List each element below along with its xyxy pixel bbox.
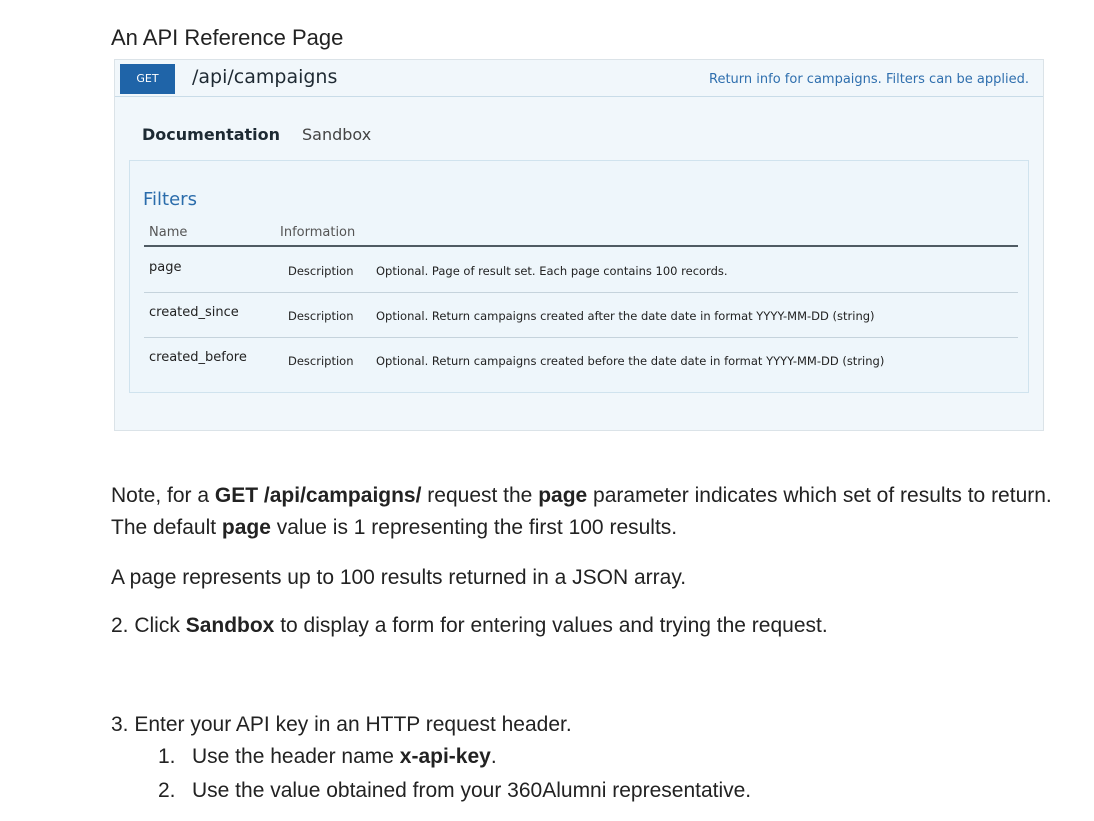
column-header-information: Information xyxy=(280,225,356,240)
step-3-subitem-2: 2. Use the value obtained from your 360Al… xyxy=(158,779,751,803)
api-endpoint-panel: GET /api/campaigns Return info for campa… xyxy=(114,59,1044,431)
step-text: 2. Click xyxy=(111,614,186,637)
endpoint-path[interactable]: /api/campaigns xyxy=(192,66,337,88)
step-3-paragraph: 3. Enter your API key in an HTTP request… xyxy=(111,713,572,736)
endpoint-summary: Return info for campaigns. Filters can b… xyxy=(709,72,1029,87)
param-description: Optional. Return campaigns created after… xyxy=(376,309,875,323)
note-text: Note, for a xyxy=(111,484,215,507)
filters-section: Filters Name Information page Descriptio… xyxy=(129,160,1029,393)
api-endpoint-header[interactable]: GET /api/campaigns Return info for campa… xyxy=(115,60,1043,97)
param-name: created_before xyxy=(149,350,247,365)
param-name: created_since xyxy=(149,305,239,320)
tab-sandbox[interactable]: Sandbox xyxy=(302,125,371,144)
header-name: x-api-key xyxy=(399,745,491,768)
list-number: 1. xyxy=(158,745,176,768)
subitem-text: . xyxy=(490,745,497,768)
list-number: 2. xyxy=(158,779,176,802)
description-label: Description xyxy=(288,309,354,323)
http-method-badge: GET xyxy=(120,64,175,94)
param-description: Optional. Return campaigns created befor… xyxy=(376,354,885,368)
tab-documentation[interactable]: Documentation xyxy=(142,125,280,144)
page-heading: An API Reference Page xyxy=(111,25,344,50)
note-endpoint: GET /api/campaigns/ xyxy=(214,484,422,507)
step-3-subitem-1: 1. Use the header name x-api-key. xyxy=(158,745,497,769)
note-text: value is 1 representing the first 100 re… xyxy=(270,516,678,539)
subitem-text: Use the header name xyxy=(192,745,400,768)
step-text: to display a form for entering values an… xyxy=(274,614,828,637)
note-text: request the xyxy=(421,484,539,507)
sandbox-reference: Sandbox xyxy=(185,614,275,637)
step-2-paragraph: 2. Click Sandbox to display a form for e… xyxy=(111,610,1071,642)
filters-title: Filters xyxy=(143,189,197,210)
note-param: page xyxy=(538,484,588,507)
description-label: Description xyxy=(288,354,354,368)
column-header-name: Name xyxy=(149,225,188,240)
subitem-text: Use the value obtained from your 360Alum… xyxy=(192,779,752,802)
filter-row: page Description Optional. Page of resul… xyxy=(144,247,1018,293)
note-paragraph: Note, for a GET /api/campaigns/ request … xyxy=(111,480,1071,544)
filter-row: created_since Description Optional. Retu… xyxy=(144,292,1018,338)
param-description: Optional. Page of result set. Each page … xyxy=(376,264,728,278)
description-label: Description xyxy=(288,264,354,278)
param-name: page xyxy=(149,260,182,275)
filter-row: created_before Description Optional. Ret… xyxy=(144,337,1018,382)
page-info-paragraph: A page represents up to 100 results retu… xyxy=(111,566,687,589)
note-param: page xyxy=(221,516,271,539)
